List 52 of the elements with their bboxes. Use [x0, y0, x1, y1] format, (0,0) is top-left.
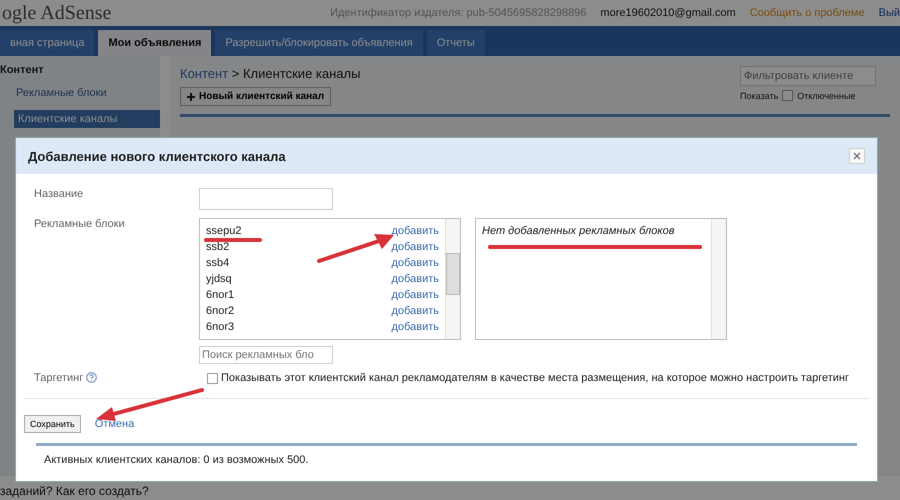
add-link[interactable]: добавить — [392, 255, 439, 271]
account-email: more19602010@gmail.com — [600, 7, 736, 19]
checkbox[interactable] — [207, 372, 218, 384]
dialog-title: Добавление нового клиентского канала — [28, 148, 286, 164]
nav-tab[interactable]: Отчеты — [426, 30, 485, 56]
logo-text: ogle AdSense — [2, 2, 112, 24]
close-icon — [853, 152, 861, 160]
save-button[interactable]: Сохранить — [24, 415, 81, 433]
name-field[interactable] — [199, 188, 333, 210]
add-link[interactable]: добавить — [392, 239, 439, 255]
add-link[interactable]: добавить — [392, 303, 439, 319]
sidebar-item[interactable]: Рекламные блоки — [0, 84, 160, 102]
ad-unit-name: 6nor2 — [206, 304, 234, 319]
publisher-id: Идентификатор издателя: pub-5045695828298896 — [330, 7, 586, 19]
ad-unit-name: 6nor3 — [206, 320, 234, 335]
checkbox-label: Отключенные — [797, 90, 856, 100]
field-label: Название — [34, 188, 84, 202]
nav-tab[interactable]: вная страница — [0, 30, 94, 56]
close-button[interactable] — [849, 148, 865, 164]
annotation-underline — [203, 236, 263, 244]
breadcrumb-link[interactable]: Контент — [180, 66, 228, 81]
empty-message: Нет добавленных рекламных блоков — [482, 225, 674, 237]
ad-unit-name: yjdsq — [206, 272, 232, 287]
sidebar-heading: Контент — [0, 64, 45, 76]
plus-icon — [187, 92, 195, 100]
filter-field[interactable]: Фильтровать клиенте — [740, 66, 876, 86]
ad-unit-name: ssepu2 — [206, 224, 242, 239]
help-text: заданий? Как его создать? — [0, 484, 149, 498]
nav-tab[interactable]: Мои объявления — [98, 30, 212, 56]
checkbox[interactable] — [782, 90, 794, 101]
checkbox-label: Показывать этот клиентский канал рекламодателям в качестве места размещения, на которое можно настроить таргетинг — [221, 372, 849, 384]
add-link[interactable]: добавить — [392, 223, 439, 239]
search-field[interactable]: Поиск рекламных бло — [199, 346, 333, 364]
scrollbar[interactable] — [445, 219, 460, 339]
field-label: Рекламные блоки — [34, 218, 126, 232]
add-link[interactable]: добавить — [392, 271, 439, 287]
field-label: Таргетинг — [34, 372, 84, 384]
ad-unit-name: ssb4 — [206, 256, 230, 271]
nav-tab[interactable]: Разрешить/блокировать объявления — [215, 30, 423, 56]
add-link[interactable]: добавить — [392, 287, 439, 303]
show-label: Показать — [740, 90, 778, 100]
cancel-link[interactable]: Отмена — [94, 418, 134, 430]
sidebar-item[interactable]: Клиентские каналы — [14, 110, 160, 128]
add-link[interactable]: добавить — [392, 319, 439, 335]
new-channel-button[interactable]: Новый клиентский канал — [180, 87, 332, 106]
ad-unit-name: ssb2 — [206, 240, 230, 255]
channel-count: Активных клиентских каналов: 0 из возможных 500. — [36, 443, 857, 474]
breadcrumb-current: > Клиентские каналы — [232, 66, 360, 81]
signout-link[interactable]: Вый — [878, 7, 900, 19]
help-icon[interactable] — [86, 372, 98, 383]
scrollbar[interactable] — [711, 219, 726, 339]
ad-unit-name: 6nor1 — [206, 288, 234, 303]
